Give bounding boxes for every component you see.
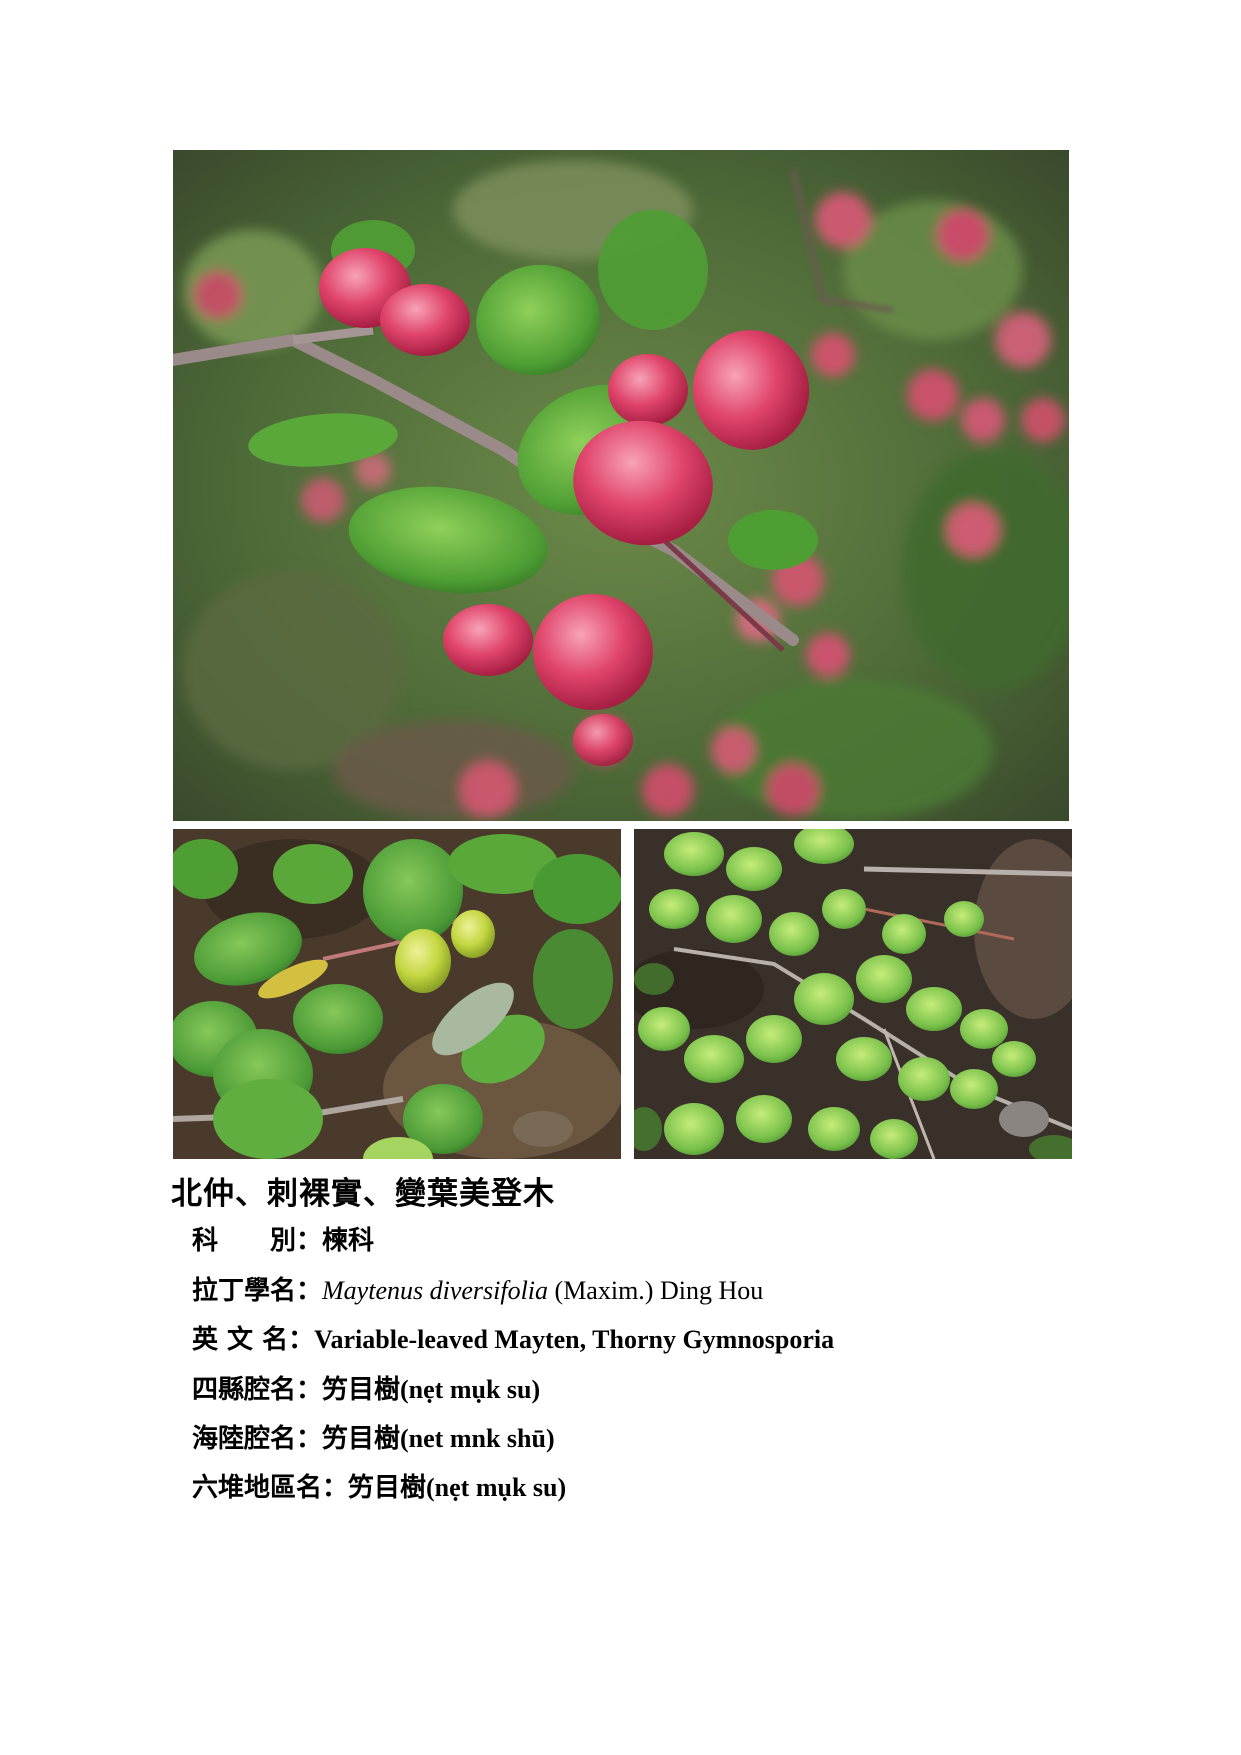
pink-fruit-branch-photo bbox=[173, 150, 1069, 821]
latin-name-authority: (Maxim.) Ding Hou bbox=[548, 1276, 764, 1305]
sixian-name-label: 四縣腔名： bbox=[192, 1375, 323, 1405]
sixian-name-value: 竻目樹(nẹt mụk su) bbox=[322, 1375, 541, 1404]
liudui-name-label: 六堆地區名： bbox=[192, 1473, 349, 1503]
hailu-name-row: 海陸腔名：竻目樹(net mnk shū) bbox=[192, 1422, 555, 1456]
liudui-name-value: 竻目樹(nẹt mụk su) bbox=[348, 1473, 567, 1502]
family-row: 科 別：楝科 bbox=[192, 1224, 374, 1258]
hailu-name-label: 海陸腔名： bbox=[192, 1424, 323, 1454]
green-fruit-leaves-photo bbox=[173, 829, 621, 1159]
sixian-name-row: 四縣腔名：竻目樹(nẹt mụk su) bbox=[192, 1373, 540, 1407]
hailu-name-value: 竻目樹(net mnk shū) bbox=[322, 1424, 555, 1453]
liudui-name-row: 六堆地區名：竻目樹(nẹt mụk su) bbox=[192, 1471, 566, 1505]
thorny-shrub-leaves-photo bbox=[634, 829, 1072, 1159]
english-name-value: Variable-leaved Mayten, Thorny Gymnospor… bbox=[314, 1325, 835, 1354]
family-value: 楝科 bbox=[322, 1226, 375, 1256]
latin-name-italic: Maytenus diversifolia bbox=[322, 1276, 549, 1305]
page-title: 北仲、刺裸實、變葉美登木 bbox=[171, 1176, 555, 1212]
family-label: 科 別： bbox=[192, 1226, 323, 1256]
latin-name-label: 拉丁學名： bbox=[192, 1276, 323, 1306]
english-name-row: 英 文 名：Variable-leaved Mayten, Thorny Gym… bbox=[192, 1323, 834, 1357]
english-name-label: 英 文 名： bbox=[192, 1325, 315, 1355]
latin-name-row: 拉丁學名：Maytenus diversifolia (Maxim.) Ding… bbox=[192, 1274, 763, 1308]
